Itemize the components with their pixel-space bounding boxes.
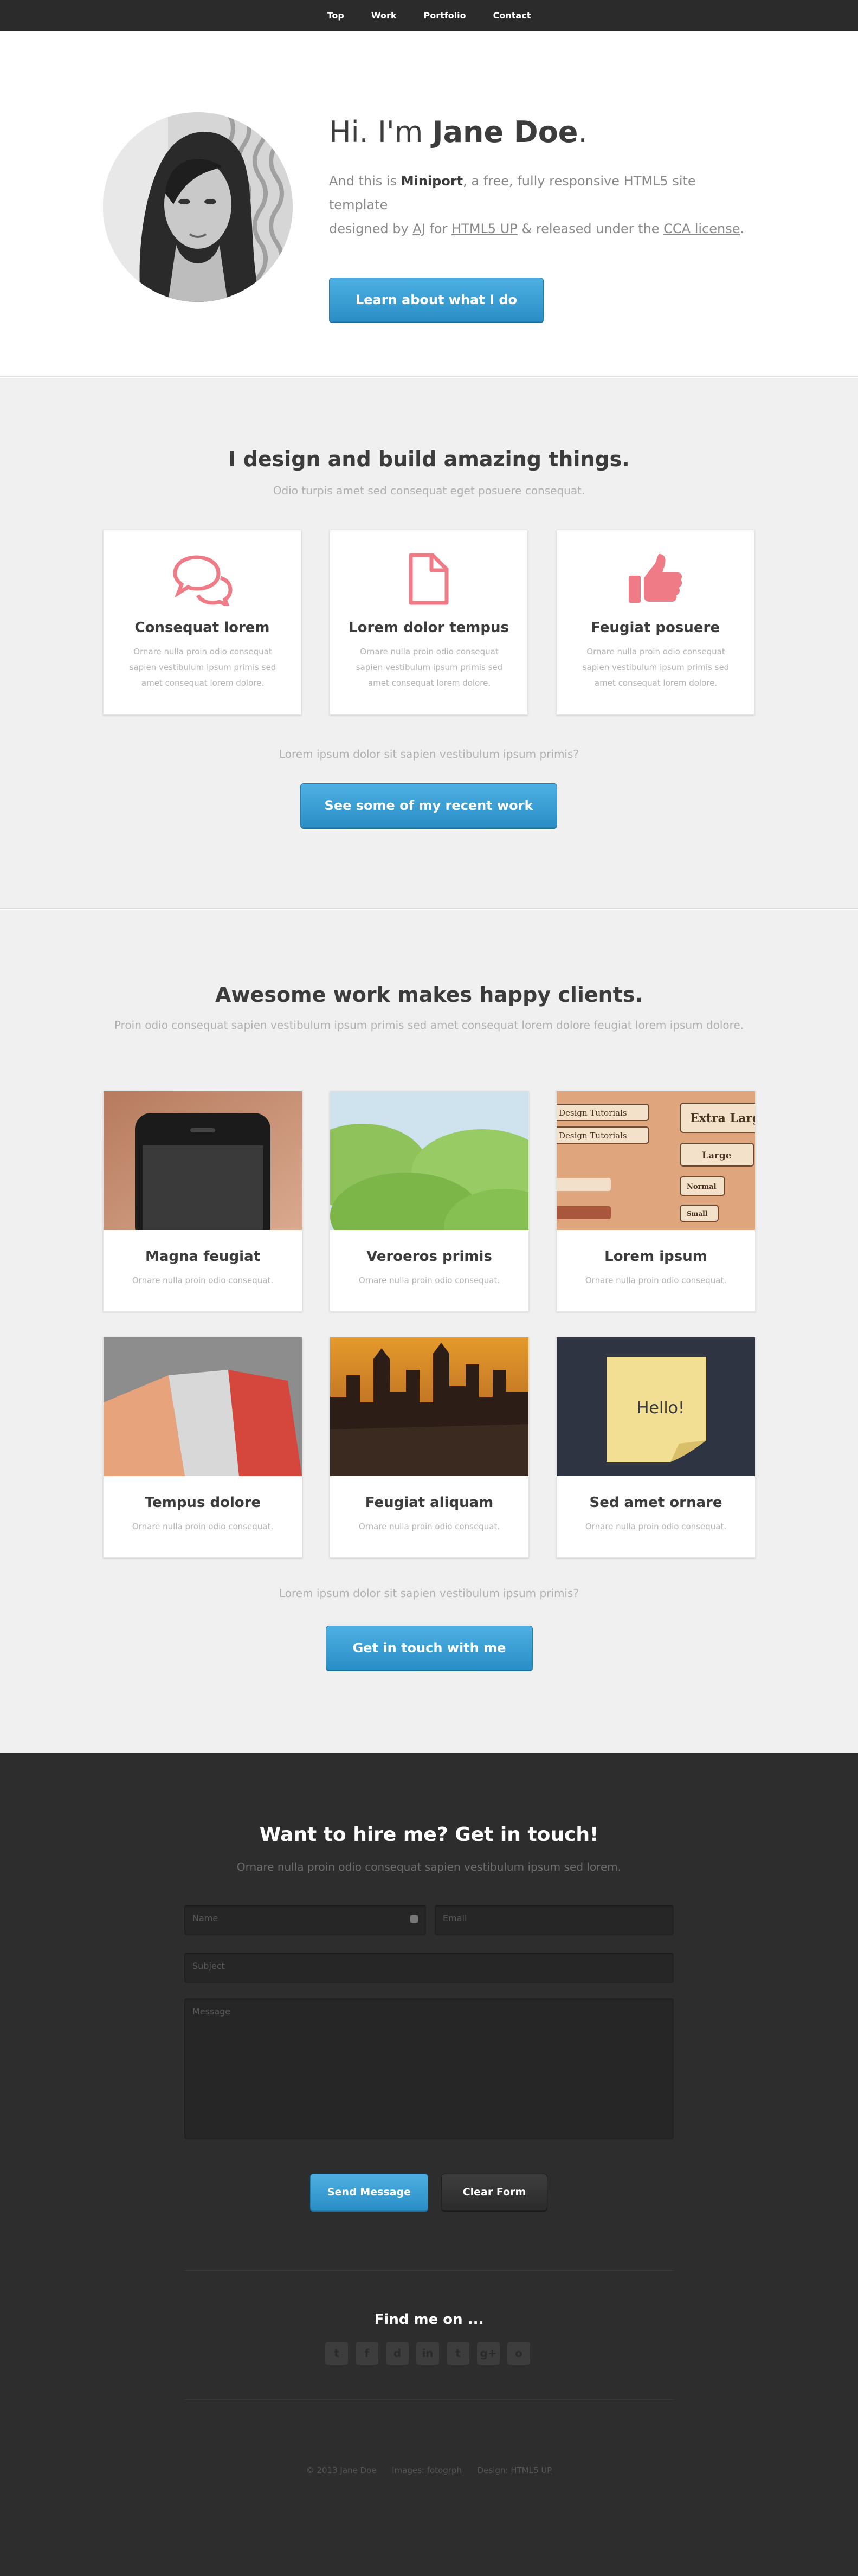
portfolio-item-text: Ornare nulla proin odio consequat. xyxy=(358,1276,500,1285)
design-label: Design: xyxy=(477,2465,508,2475)
site-name: Miniport xyxy=(401,173,463,189)
clear-form-button[interactable]: Clear Form xyxy=(441,2174,547,2211)
portfolio-item-text: Ornare nulla proin odio consequat. xyxy=(585,1276,727,1285)
divider xyxy=(184,2399,674,2400)
contact-title: Want to hire me? Get in touch! xyxy=(259,1824,599,1846)
portfolio-item-title: Veroeros primis xyxy=(366,1248,492,1265)
license-link[interactable]: CCA license xyxy=(663,221,740,236)
nav-item-top[interactable]: Top xyxy=(327,10,344,21)
html5up-link[interactable]: HTML5 UP xyxy=(451,221,518,236)
images-credit-link[interactable]: fotogrph xyxy=(427,2465,462,2475)
sticky-note-image: Hello! xyxy=(557,1337,755,1476)
feature-text: Ornare nulla proin odio consequat sapien… xyxy=(356,647,503,688)
linkedin-icon[interactable]: in xyxy=(416,2342,439,2365)
portfolio-item-title: Lorem ipsum xyxy=(604,1248,707,1265)
portfolio-item-title: Feugiat aliquam xyxy=(365,1495,494,1511)
btn-s-label: Small xyxy=(687,1210,708,1218)
author-link[interactable]: AJ xyxy=(412,221,425,236)
feature-title: Feugiat posuere xyxy=(591,620,720,636)
feature-text: Ornare nulla proin odio consequat sapien… xyxy=(582,647,730,688)
divider xyxy=(184,2270,674,2271)
features-footer-text: Lorem ipsum dolor sit sapien vestibulum … xyxy=(279,748,579,761)
hero-title: Hi. I'm Jane Doe. xyxy=(329,115,588,149)
feature-title: Consequat lorem xyxy=(134,620,270,636)
contact-subtitle: Ornare nulla proin odio consequat sapien… xyxy=(236,1860,622,1873)
portfolio-item-title: Magna feugiat xyxy=(145,1248,261,1265)
portfolio-item-text: Ornare nulla proin odio consequat. xyxy=(132,1522,274,1531)
get-in-touch-button[interactable]: Get in touch with me xyxy=(326,1626,533,1670)
hero-section: Hi. I'm Jane Doe. And this is Miniport, … xyxy=(0,31,858,377)
portfolio-item[interactable]: Hello! Sed amet ornare Ornare nulla proi… xyxy=(556,1337,756,1558)
portfolio-item[interactable]: Feugiat aliquam Ornare nulla proin odio … xyxy=(330,1337,529,1558)
select-2-label: Design Tutorials xyxy=(559,1131,627,1141)
features-section: I design and build amazing things. Odio … xyxy=(0,378,858,909)
features-subtitle: Odio turpis amet sed consequat eget posu… xyxy=(273,484,585,497)
hills-image xyxy=(330,1091,528,1230)
contact-section: Want to hire me? Get in touch! Ornare nu… xyxy=(0,1753,858,2576)
portfolio-title: Awesome work makes happy clients. xyxy=(215,983,643,1007)
btn-xl-label: Extra Large xyxy=(690,1111,755,1125)
send-message-button[interactable]: Send Message xyxy=(310,2174,428,2211)
googleplus-icon[interactable]: g+ xyxy=(477,2342,500,2365)
learn-more-button[interactable]: Learn about what I do xyxy=(329,278,544,322)
find-me-heading: Find me on ... xyxy=(374,2311,484,2328)
city-image xyxy=(330,1337,528,1476)
message-placeholder: Message xyxy=(192,2006,231,2017)
images-label: Images: xyxy=(392,2465,424,2475)
portfolio-item-title: Tempus dolore xyxy=(144,1495,261,1511)
portfolio-item-text: Ornare nulla proin odio consequat. xyxy=(358,1522,500,1531)
message-field[interactable]: Message xyxy=(184,1998,674,2139)
email-field[interactable]: Email xyxy=(435,1905,674,1935)
twitter-icon[interactable]: t xyxy=(325,2342,348,2365)
facebook-icon[interactable]: f xyxy=(356,2342,378,2365)
copyright: © 2013 Jane Doe xyxy=(306,2465,377,2475)
portfolio-item-text: Ornare nulla proin odio consequat. xyxy=(132,1276,274,1285)
dribbble-icon[interactable]: d xyxy=(386,2342,409,2365)
nav-item-portfolio[interactable]: Portfolio xyxy=(423,10,466,21)
email-placeholder: Email xyxy=(443,1913,467,1923)
feature-card: Consequat lorem Ornare nulla proin odio … xyxy=(103,530,301,715)
btn-l-label: Large xyxy=(702,1150,732,1161)
portfolio-item[interactable]: Veroeros primis Ornare nulla proin odio … xyxy=(330,1091,529,1312)
sticky-note-text: Hello! xyxy=(637,1399,685,1418)
social-links: t f d in t g+ o xyxy=(325,2342,530,2365)
portfolio-item[interactable]: Magna feugiat Ornare nulla proin odio co… xyxy=(103,1091,302,1312)
recent-work-button[interactable]: See some of my recent work xyxy=(300,783,557,828)
subject-placeholder: Subject xyxy=(192,1961,225,1971)
document-icon xyxy=(330,552,527,611)
feature-title: Lorem dolor tempus xyxy=(349,620,509,636)
speech-bubbles-icon xyxy=(104,552,301,611)
thumbs-up-icon xyxy=(557,552,754,611)
top-nav: Top Work Portfolio Contact xyxy=(0,0,858,31)
portfolio-section: Awesome work makes happy clients. Proin … xyxy=(0,910,858,1753)
subject-field[interactable]: Subject xyxy=(184,1953,674,1983)
select-1-label: Design Tutorials xyxy=(559,1108,627,1118)
portfolio-footer-text: Lorem ipsum dolor sit sapien vestibulum … xyxy=(279,1587,579,1600)
hero-intro: And this is Miniport, a free, fully resp… xyxy=(329,173,745,236)
avatar xyxy=(103,112,293,302)
portfolio-item-title: Sed amet ornare xyxy=(589,1495,722,1511)
contact-card-icon xyxy=(410,1915,418,1923)
btn-n-label: Normal xyxy=(687,1183,717,1191)
ui-kit-image: Design Tutorials Design Tutorials Extra … xyxy=(557,1091,755,1230)
footer: © 2013 Jane Doe Images: fotogrph Design:… xyxy=(0,2465,858,2475)
feature-card: Feugiat posuere Ornare nulla proin odio … xyxy=(556,530,754,715)
nav-item-contact[interactable]: Contact xyxy=(493,10,531,21)
tumblr-icon[interactable]: t xyxy=(447,2342,469,2365)
portfolio-item-text: Ornare nulla proin odio consequat. xyxy=(585,1522,727,1531)
phone-image xyxy=(104,1091,302,1230)
portfolio-item[interactable]: Design Tutorials Design Tutorials Extra … xyxy=(556,1091,756,1312)
design-credit-link[interactable]: HTML5 UP xyxy=(511,2465,552,2475)
github-icon[interactable]: o xyxy=(507,2342,530,2365)
name-placeholder: Name xyxy=(192,1913,218,1923)
fabric-image xyxy=(104,1337,302,1476)
portfolio-item[interactable]: Tempus dolore Ornare nulla proin odio co… xyxy=(103,1337,302,1558)
portfolio-subtitle: Proin odio consequat sapien vestibulum i… xyxy=(114,1019,744,1032)
name-field[interactable]: Name xyxy=(184,1905,426,1935)
features-title: I design and build amazing things. xyxy=(228,447,630,471)
nav-item-work[interactable]: Work xyxy=(371,10,397,21)
feature-text: Ornare nulla proin odio consequat sapien… xyxy=(129,647,276,688)
feature-card: Lorem dolor tempus Ornare nulla proin od… xyxy=(330,530,528,715)
